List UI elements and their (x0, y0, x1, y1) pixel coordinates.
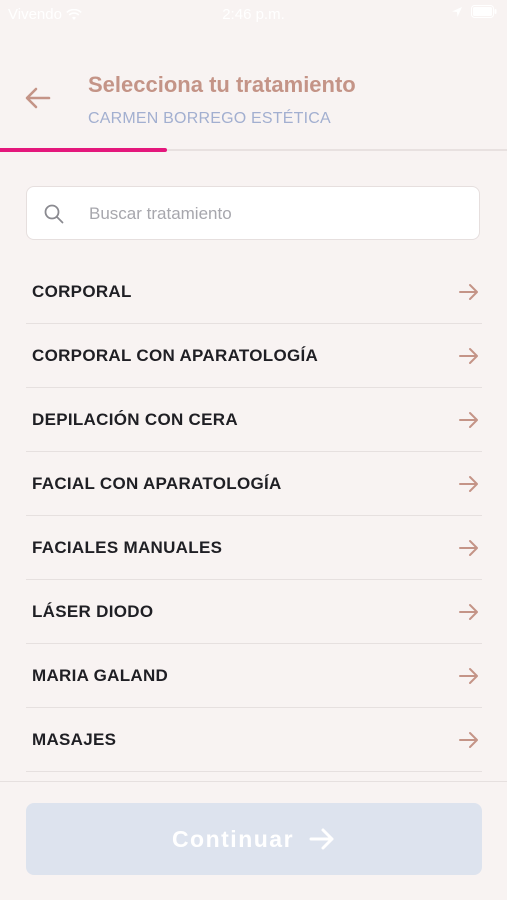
arrow-right-icon (459, 284, 478, 300)
treatment-label: DEPILACIÓN CON CERA (32, 409, 238, 429)
search-icon (44, 204, 64, 224)
continue-button[interactable]: Continuar (26, 803, 482, 875)
arrow-right-icon (459, 476, 478, 492)
page-subtitle: CARMEN BORREGO ESTÉTICA (88, 110, 331, 127)
treatment-list-item[interactable]: FACIALES MANUALES (26, 516, 482, 580)
treatment-label: MASAJES (32, 729, 117, 749)
treatment-label: CORPORAL CON APARATOLOGÍA (32, 345, 319, 365)
divider (0, 781, 507, 782)
status-time: 2:46 p.m. (222, 6, 285, 23)
treatment-list-item[interactable]: MASAJES (26, 708, 482, 772)
battery-icon (471, 5, 497, 18)
back-button[interactable] (20, 80, 56, 116)
treatment-list-item[interactable]: MARIA GALAND (26, 644, 482, 708)
treatment-list: CORPORAL CORPORAL CON APARATOLOGÍA DEPILAC… (26, 260, 482, 772)
status-indicators (451, 5, 497, 18)
treatment-list-item[interactable]: CORPORAL (26, 260, 482, 324)
treatment-label: FACIALES MANUALES (32, 537, 223, 557)
arrow-right-icon (459, 732, 478, 748)
treatment-list-item[interactable]: LÁSER DIODO (26, 580, 482, 644)
header: Selecciona tu tratamiento CARMEN BORREGO… (0, 60, 507, 150)
arrow-left-icon (25, 87, 51, 109)
treatment-label: MARIA GALAND (32, 665, 169, 685)
arrow-right-icon (459, 668, 478, 684)
treatment-list-item[interactable]: FACIAL CON APARATOLOGÍA (26, 452, 482, 516)
arrow-right-icon (459, 412, 478, 428)
continue-button-label: Continuar (171, 825, 295, 852)
location-icon (452, 6, 462, 17)
treatment-list-item[interactable]: CORPORAL CON APARATOLOGÍA (26, 324, 482, 388)
treatment-label: LÁSER DIODO (32, 601, 154, 621)
arrow-right-icon (459, 540, 478, 556)
arrow-right-icon (309, 828, 334, 850)
treatment-list-item[interactable]: DEPILACIÓN CON CERA (26, 388, 482, 452)
page-title: Selecciona tu tratamiento (88, 72, 356, 97)
progress-bar (0, 148, 507, 152)
search-box[interactable] (26, 186, 480, 241)
treatment-label: CORPORAL (32, 281, 132, 301)
arrow-right-icon (459, 348, 478, 364)
search-input[interactable] (87, 187, 471, 241)
treatment-label: FACIAL CON APARATOLOGÍA (32, 473, 282, 493)
status-bar: Vivendo 2:46 p.m. (0, 0, 507, 30)
progress-fill (0, 148, 168, 152)
arrow-right-icon (459, 604, 478, 620)
